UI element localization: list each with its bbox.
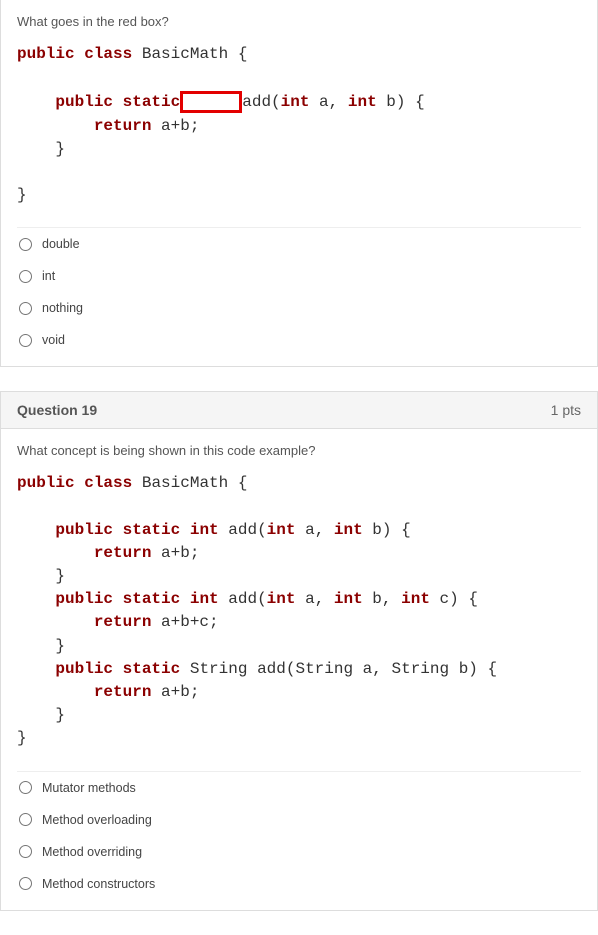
keyword: int xyxy=(334,590,363,608)
answer-option[interactable]: Method overriding xyxy=(17,836,581,868)
code-text: add( xyxy=(228,590,266,608)
code-text: a, xyxy=(295,590,333,608)
radio-input[interactable] xyxy=(19,813,32,826)
code-text: add(String a, String b) { xyxy=(257,660,497,678)
question-header: Question 19 1 pts xyxy=(1,392,597,429)
code-text: a+b; xyxy=(151,117,199,135)
keyword: static xyxy=(123,521,181,539)
keyword: static xyxy=(123,93,181,111)
code-text: b, xyxy=(363,590,401,608)
keyword: int xyxy=(190,521,219,539)
brace: } xyxy=(17,729,27,747)
keyword: int xyxy=(334,521,363,539)
keyword: public xyxy=(55,93,113,111)
question-block-2: Question 19 1 pts What concept is being … xyxy=(0,391,598,910)
code-text: } xyxy=(17,637,65,655)
keyword: return xyxy=(94,683,152,701)
answer-label: Mutator methods xyxy=(42,781,136,795)
question-prompt: What concept is being shown in this code… xyxy=(17,443,581,458)
answer-option[interactable]: nothing xyxy=(17,292,581,324)
code-text: add( xyxy=(228,521,266,539)
radio-input[interactable] xyxy=(19,781,32,794)
keyword: public xyxy=(55,590,113,608)
radio-input[interactable] xyxy=(19,877,32,890)
question-title: Question 19 xyxy=(17,402,97,418)
radio-input[interactable] xyxy=(19,270,32,283)
keyword: int xyxy=(281,93,310,111)
code-text: a+b; xyxy=(151,683,199,701)
keyword: static xyxy=(123,660,181,678)
code-text: a+b; xyxy=(151,544,199,562)
question-body: What concept is being shown in this code… xyxy=(1,429,597,909)
radio-input[interactable] xyxy=(19,238,32,251)
question-prompt: What goes in the red box? xyxy=(17,14,581,29)
answer-label: Method overriding xyxy=(42,845,142,859)
class-name: BasicMath xyxy=(142,474,228,492)
keyword: int xyxy=(401,590,430,608)
keyword: int xyxy=(267,521,296,539)
answer-option[interactable]: Method overloading xyxy=(17,804,581,836)
answer-option[interactable]: void xyxy=(17,324,581,356)
type: String xyxy=(190,660,248,678)
code-text: a+b+c; xyxy=(151,613,218,631)
keyword: return xyxy=(94,544,152,562)
radio-input[interactable] xyxy=(19,845,32,858)
brace: { xyxy=(238,474,248,492)
code-text: } xyxy=(17,567,65,585)
keyword: class xyxy=(84,474,132,492)
code-block: public class BasicMath { public static i… xyxy=(17,472,581,750)
keyword: public xyxy=(17,474,75,492)
answer-label: int xyxy=(42,269,55,283)
class-name: BasicMath xyxy=(142,45,228,63)
keyword: int xyxy=(190,590,219,608)
keyword: return xyxy=(94,117,152,135)
answer-option[interactable]: double xyxy=(17,228,581,260)
code-text: a, xyxy=(309,93,347,111)
radio-input[interactable] xyxy=(19,334,32,347)
code-text: c) { xyxy=(430,590,478,608)
question-block-1: What goes in the red box? public class B… xyxy=(0,0,598,367)
question-body: What goes in the red box? public class B… xyxy=(1,0,597,366)
answer-label: Method overloading xyxy=(42,813,152,827)
keyword: public xyxy=(55,521,113,539)
code-text: b) { xyxy=(363,521,411,539)
radio-input[interactable] xyxy=(19,302,32,315)
answer-list: Mutator methods Method overloading Metho… xyxy=(17,771,581,900)
answer-label: nothing xyxy=(42,301,83,315)
answer-label: double xyxy=(42,237,80,251)
keyword: static xyxy=(123,590,181,608)
keyword: public xyxy=(17,45,75,63)
brace: { xyxy=(238,45,248,63)
keyword: return xyxy=(94,613,152,631)
keyword: int xyxy=(348,93,377,111)
question-points: 1 pts xyxy=(551,402,581,418)
code-text: add( xyxy=(242,93,280,111)
keyword: int xyxy=(267,590,296,608)
answer-option[interactable]: int xyxy=(17,260,581,292)
answer-label: Method constructors xyxy=(42,877,155,891)
code-text: } xyxy=(17,140,65,158)
code-block: public class BasicMath { public static ad… xyxy=(17,43,581,207)
answer-list: double int nothing void xyxy=(17,227,581,356)
keyword: class xyxy=(84,45,132,63)
code-text: b) { xyxy=(377,93,425,111)
keyword: public xyxy=(55,660,113,678)
answer-option[interactable]: Mutator methods xyxy=(17,772,581,804)
red-box-blank xyxy=(180,91,242,113)
answer-label: void xyxy=(42,333,65,347)
brace: } xyxy=(17,186,27,204)
code-text: a, xyxy=(295,521,333,539)
code-text: } xyxy=(17,706,65,724)
answer-option[interactable]: Method constructors xyxy=(17,868,581,900)
